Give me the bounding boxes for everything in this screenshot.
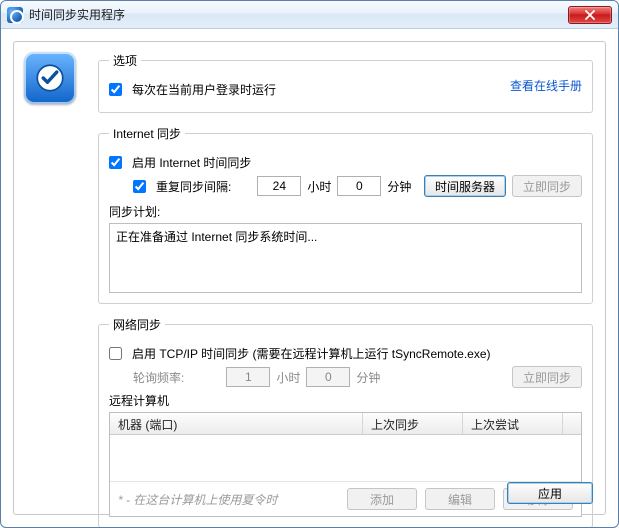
poll-hours-unit: 小时	[276, 369, 300, 386]
enable-tcpip-row[interactable]: 启用 TCP/IP 时间同步 (需要在远程计算机上运行 tSyncRemote.…	[109, 345, 582, 362]
internet-syncnow-button[interactable]: 立即同步	[512, 175, 582, 197]
table-body[interactable]	[110, 435, 581, 481]
enable-internet-label: 启用 Internet 时间同步	[132, 154, 251, 171]
main-area: 选项 每次在当前用户登录时运行 查看在线手册 Internet 同步 启用 In…	[98, 52, 593, 528]
sync-plan-label: 同步计划:	[109, 203, 582, 220]
poll-minutes-unit: 分钟	[356, 369, 380, 386]
minutes-unit-label: 分钟	[387, 178, 411, 195]
network-syncnow-button[interactable]: 立即同步	[512, 366, 582, 388]
internet-sync-legend: Internet 同步	[109, 125, 185, 142]
poll-minutes-input	[306, 367, 350, 387]
online-manual-link[interactable]: 查看在线手册	[510, 77, 582, 94]
dst-note: * - 在这台计算机上使用夏令时	[118, 491, 339, 508]
close-button[interactable]	[568, 6, 612, 24]
poll-label: 轮询频率:	[133, 369, 184, 386]
table-header: 机器 (端口) 上次同步 上次尝试	[110, 413, 581, 435]
sync-plan-box: 正在准备通过 Internet 同步系统时间...	[109, 223, 582, 293]
time-servers-button[interactable]: 时间服务器	[424, 175, 506, 197]
sync-plan-text: 正在准备通过 Internet 同步系统时间...	[116, 228, 575, 245]
poll-row: 轮询频率: 小时 分钟 立即同步	[133, 366, 582, 388]
internet-sync-group: Internet 同步 启用 Internet 时间同步 重复同步间隔: 小时 …	[98, 125, 593, 304]
run-on-login-label: 每次在当前用户登录时运行	[132, 81, 276, 98]
enable-internet-row[interactable]: 启用 Internet 时间同步	[109, 154, 582, 171]
repeat-interval-row: 重复同步间隔: 小时 分钟 时间服务器 立即同步	[133, 175, 582, 197]
repeat-interval-checkbox[interactable]	[133, 180, 146, 193]
run-on-login-row[interactable]: 每次在当前用户登录时运行	[109, 81, 510, 98]
repeat-interval-label: 重复同步间隔:	[156, 178, 231, 195]
window-title: 时间同步实用程序	[29, 6, 568, 23]
hours-unit-label: 小时	[307, 178, 331, 195]
app-window: 时间同步实用程序 选项 每次在当前用户登录时运行	[0, 0, 619, 528]
interval-hours-input[interactable]	[257, 176, 301, 196]
options-legend: 选项	[109, 52, 141, 69]
col-spacer	[563, 413, 581, 434]
network-sync-legend: 网络同步	[109, 316, 165, 333]
interval-minutes-input[interactable]	[337, 176, 381, 196]
edit-button[interactable]: 编辑	[425, 488, 495, 510]
clock-check-icon	[33, 61, 67, 95]
col-machine[interactable]: 机器 (端口)	[110, 413, 363, 434]
col-lastsync[interactable]: 上次同步	[363, 413, 463, 434]
options-group: 选项 每次在当前用户登录时运行 查看在线手册	[98, 52, 593, 113]
col-lasttry[interactable]: 上次尝试	[463, 413, 563, 434]
add-button[interactable]: 添加	[347, 488, 417, 510]
poll-hours-input	[226, 367, 270, 387]
enable-tcpip-label: 启用 TCP/IP 时间同步 (需要在远程计算机上运行 tSyncRemote.…	[132, 345, 491, 362]
run-on-login-checkbox[interactable]	[109, 83, 122, 96]
content-panel: 选项 每次在当前用户登录时运行 查看在线手册 Internet 同步 启用 In…	[13, 41, 606, 515]
enable-internet-checkbox[interactable]	[109, 156, 122, 169]
remote-computers-label: 远程计算机	[109, 392, 582, 409]
apply-button[interactable]: 应用	[507, 482, 593, 504]
app-title-icon	[7, 7, 23, 23]
enable-tcpip-checkbox[interactable]	[109, 347, 122, 360]
footer-row: 应用	[507, 482, 593, 504]
close-icon	[585, 10, 595, 20]
app-icon	[24, 52, 76, 104]
titlebar: 时间同步实用程序	[1, 1, 618, 29]
